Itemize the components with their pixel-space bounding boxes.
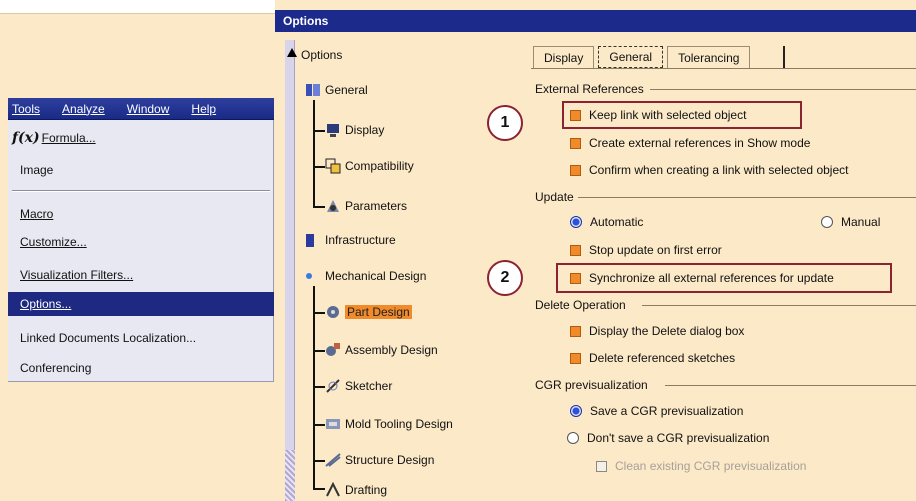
menu-item-visualization-filters[interactable]: Visualization Filters... <box>8 263 274 287</box>
tree-node-general[interactable]: General <box>305 82 368 98</box>
clean-cgr-checkbox[interactable]: Clean existing CGR previsualization <box>596 459 806 473</box>
radio-selected-icon <box>570 405 582 417</box>
tools-menu-dropdown: f(x) Formula... Image Macro Customize...… <box>8 120 274 382</box>
tree-connector <box>313 460 325 462</box>
menu-window[interactable]: Window <box>127 102 170 116</box>
group-title-external-references: External References <box>535 82 644 96</box>
tab-bar: Display General Tolerancing <box>533 46 754 68</box>
drafting-icon <box>325 481 341 498</box>
radio-empty-icon <box>567 432 579 444</box>
tree-scroll-thumb[interactable] <box>285 450 295 501</box>
radio-selected-icon <box>570 216 582 228</box>
part-design-icon <box>325 304 341 320</box>
tree-node-display[interactable]: Display <box>325 122 384 138</box>
tree-node-infrastructure[interactable]: Infrastructure <box>305 232 396 248</box>
group-line <box>642 305 916 306</box>
menu-bar: Tools Analyze Window Help <box>8 98 274 120</box>
general-icon <box>305 82 321 98</box>
menu-item-linked-documents[interactable]: Linked Documents Localization... <box>8 326 274 350</box>
options-tree: Options General Display Compatibility Pa… <box>285 40 521 501</box>
top-strip <box>0 0 275 14</box>
menu-help[interactable]: Help <box>191 102 216 116</box>
checkbox-checked-icon <box>570 325 581 337</box>
checkbox-checked-icon <box>570 164 581 176</box>
checkbox-empty-icon <box>596 460 607 472</box>
tab-underline <box>531 68 916 69</box>
tree-scroll-strip[interactable] <box>285 40 295 501</box>
tree-connector <box>313 488 325 490</box>
stop-update-checkbox[interactable]: Stop update on first error <box>570 243 722 257</box>
parameters-icon <box>325 198 341 214</box>
confirm-link-checkbox[interactable]: Confirm when creating a link with select… <box>570 163 848 177</box>
dont-save-cgr-radio[interactable]: Don't save a CGR previsualization <box>567 431 769 445</box>
tree-node-drafting[interactable]: Drafting <box>325 481 387 498</box>
display-icon <box>325 122 341 138</box>
tree-root-options[interactable]: Options <box>301 48 342 62</box>
checkbox-checked-icon <box>570 352 581 364</box>
tree-connector <box>313 130 325 132</box>
window-title: Options <box>283 14 329 28</box>
tree-connector <box>313 166 325 168</box>
window-title-bar: Options <box>275 10 916 32</box>
manual-radio[interactable]: Manual <box>821 215 880 229</box>
tree-node-mechanical-design[interactable]: Mechanical Design <box>305 268 426 284</box>
checkbox-checked-icon <box>570 137 581 149</box>
radio-empty-icon <box>821 216 833 228</box>
tab-tolerancing[interactable]: Tolerancing <box>667 46 751 68</box>
tab-general[interactable]: General <box>598 46 664 68</box>
tree-connector <box>313 100 315 208</box>
tab-display[interactable]: Display <box>533 46 595 68</box>
tree-node-mold-tooling-design[interactable]: Mold Tooling Design <box>325 416 453 432</box>
tree-connector <box>313 206 325 208</box>
group-title-delete-operation: Delete Operation <box>535 298 626 312</box>
tree-connector <box>313 350 325 352</box>
group-line <box>650 89 916 90</box>
menu-tools[interactable]: Tools <box>12 102 40 116</box>
menu-item-macro[interactable]: Macro <box>8 202 274 226</box>
compatibility-icon <box>325 158 341 174</box>
structure-design-icon <box>325 452 341 468</box>
mechanical-design-icon <box>305 268 321 284</box>
tree-node-structure-design[interactable]: Structure Design <box>325 452 434 468</box>
menu-separator <box>12 190 270 192</box>
group-title-update: Update <box>535 190 574 204</box>
tree-node-compatibility[interactable]: Compatibility <box>325 158 414 174</box>
save-cgr-radio[interactable]: Save a CGR previsualization <box>570 404 743 418</box>
highlight-box-2 <box>556 263 892 293</box>
tree-node-part-design[interactable]: Part Design <box>325 304 412 320</box>
create-refs-checkbox[interactable]: Create external references in Show mode <box>570 136 810 150</box>
display-delete-dialog-checkbox[interactable]: Display the Delete dialog box <box>570 324 744 338</box>
menu-item-conferencing[interactable]: Conferencing <box>8 356 274 380</box>
tree-connector <box>313 424 325 426</box>
infrastructure-icon <box>305 232 321 248</box>
tree-node-assembly-design[interactable]: Assembly Design <box>325 342 438 358</box>
formula-fx-icon: f(x) <box>12 130 40 146</box>
menu-item-customize[interactable]: Customize... <box>8 230 274 254</box>
tree-connector <box>313 312 325 314</box>
assembly-design-icon <box>325 342 341 358</box>
collapse-arrow-icon[interactable] <box>287 48 297 57</box>
checkbox-checked-icon <box>570 244 581 256</box>
automatic-radio[interactable]: Automatic <box>570 215 643 229</box>
menu-item-image[interactable]: Image <box>8 158 274 182</box>
group-line <box>578 197 916 198</box>
highlight-box-1 <box>562 101 802 129</box>
tree-node-sketcher[interactable]: Sketcher <box>325 378 392 394</box>
delete-sketches-checkbox[interactable]: Delete referenced sketches <box>570 351 735 365</box>
menu-analyze[interactable]: Analyze <box>62 102 105 116</box>
group-line <box>665 385 916 386</box>
menu-item-options[interactable]: Options... <box>8 292 274 316</box>
mold-tooling-icon <box>325 416 341 432</box>
tab-edge <box>783 46 785 68</box>
tree-node-parameters[interactable]: Parameters <box>325 198 407 214</box>
menu-item-formula[interactable]: f(x) Formula... <box>8 126 274 150</box>
callout-1: 1 <box>487 105 523 141</box>
group-title-cgr: CGR previsualization <box>535 378 648 392</box>
callout-2: 2 <box>487 260 523 296</box>
sketcher-icon <box>325 378 341 394</box>
tree-connector <box>313 386 325 388</box>
